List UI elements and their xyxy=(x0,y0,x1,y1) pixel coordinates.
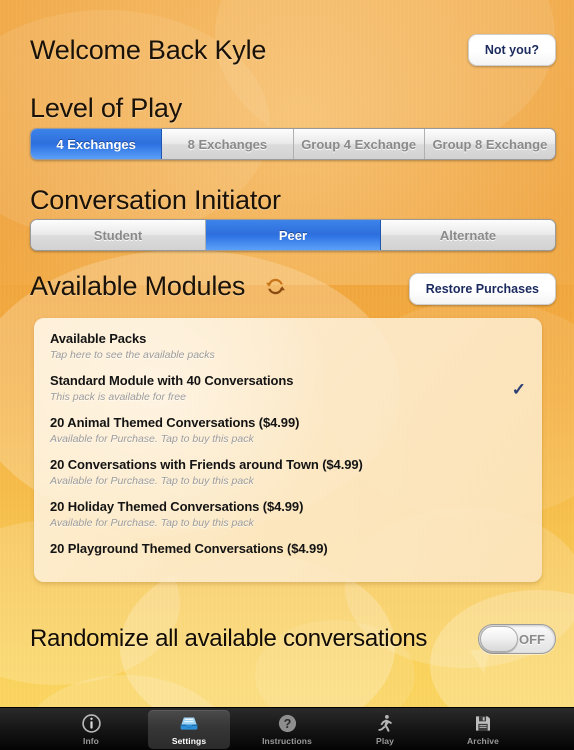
refresh-sync-icon[interactable] xyxy=(263,274,288,306)
toggle-knob xyxy=(480,626,518,652)
module-title: Standard Module with 40 Conversations xyxy=(50,373,294,388)
module-title: 20 Playground Themed Conversations ($4.9… xyxy=(50,541,328,556)
tab-label: Settings xyxy=(171,735,207,746)
randomize-toggle-switch[interactable]: OFF xyxy=(478,624,556,654)
randomize-row: Randomize all available conversations OF… xyxy=(30,624,556,654)
tab-play[interactable]: Play xyxy=(344,710,426,749)
floppy-disk-icon xyxy=(473,713,493,734)
conversation-initiator-title: Conversation Initiator xyxy=(30,185,281,215)
randomize-label: Randomize all available conversations xyxy=(30,625,428,652)
inbox-tray-icon xyxy=(178,713,200,734)
available-modules-panel: Available Packs Tap here to see the avail… xyxy=(34,318,542,582)
segment-initiator-1[interactable]: Peer xyxy=(206,220,381,250)
question-circle-icon: ? xyxy=(277,713,298,734)
level-of-play-heading-row: Level of Play xyxy=(30,93,556,124)
available-modules-title-text: Available Modules xyxy=(30,271,246,301)
not-you-button[interactable]: Not you? xyxy=(467,34,556,66)
segment-level-0[interactable]: 4 Exchanges xyxy=(31,129,163,159)
module-list-item[interactable]: Standard Module with 40 Conversations Thi… xyxy=(50,373,526,403)
tab-instructions[interactable]: ? Instructions xyxy=(246,710,328,749)
available-modules-heading-row: Available Modules Restore Purchases xyxy=(30,271,556,306)
module-subtitle: This pack is available for free xyxy=(50,391,186,403)
tab-settings[interactable]: Settings xyxy=(148,709,230,749)
tab-label: Instructions xyxy=(262,735,312,746)
conversation-initiator-heading-row: Conversation Initiator xyxy=(30,185,556,216)
welcome-row: Welcome Back Kyle Not you? xyxy=(30,34,556,66)
segment-level-2[interactable]: Group 4 Exchange xyxy=(293,129,425,159)
tab-label: Archive xyxy=(467,735,499,746)
toggle-state-label: OFF xyxy=(519,631,545,647)
tab-info[interactable]: Info xyxy=(50,710,132,749)
module-list-item[interactable]: 20 Holiday Themed Conversations ($4.99) A… xyxy=(50,499,526,529)
page-title: Welcome Back Kyle xyxy=(30,34,267,65)
tab-label: Play xyxy=(376,735,394,746)
level-of-play-segmented-control[interactable]: 4 Exchanges 8 Exchanges Group 4 Exchange Gr… xyxy=(30,128,556,160)
segment-initiator-0[interactable]: Student xyxy=(31,220,206,250)
module-title: 20 Animal Themed Conversations ($4.99) xyxy=(50,415,300,430)
module-list-item[interactable]: Available Packs Tap here to see the avail… xyxy=(50,331,526,361)
level-of-play-title: Level of Play xyxy=(30,93,182,123)
module-list-item[interactable]: 20 Playground Themed Conversations ($4.9… xyxy=(50,541,526,556)
info-circle-icon xyxy=(81,713,102,734)
segment-initiator-2[interactable]: Alternate xyxy=(381,220,555,250)
module-title: Available Packs xyxy=(50,331,147,346)
available-modules-title: Available Modules xyxy=(30,271,288,306)
svg-text:?: ? xyxy=(283,717,291,731)
module-title: 20 Conversations with Friends around Tow… xyxy=(50,457,363,472)
tab-bar: Info Settings? Instructions Play Archive xyxy=(0,707,574,750)
tab-archive[interactable]: Archive xyxy=(442,710,524,749)
conversation-initiator-segmented-control[interactable]: Student Peer Alternate xyxy=(30,219,556,251)
running-person-icon xyxy=(375,713,395,734)
module-subtitle: Available for Purchase. Tap to buy this … xyxy=(50,475,254,487)
tab-label: Info xyxy=(83,735,99,746)
module-title: 20 Holiday Themed Conversations ($4.99) xyxy=(50,499,304,514)
module-list-item[interactable]: 20 Conversations with Friends around Tow… xyxy=(50,457,526,487)
segment-level-1[interactable]: 8 Exchanges xyxy=(162,129,294,159)
restore-purchases-button[interactable]: Restore Purchases xyxy=(408,272,556,305)
module-subtitle: Available for Purchase. Tap to buy this … xyxy=(50,433,254,445)
module-subtitle: Tap here to see the available packs xyxy=(50,349,215,361)
segment-level-3[interactable]: Group 8 Exchange xyxy=(424,129,555,159)
module-list-item[interactable]: 20 Animal Themed Conversations ($4.99) Av… xyxy=(50,415,526,445)
module-subtitle: Available for Purchase. Tap to buy this … xyxy=(50,517,254,529)
module-checkmark-icon: ✓ xyxy=(511,380,526,399)
